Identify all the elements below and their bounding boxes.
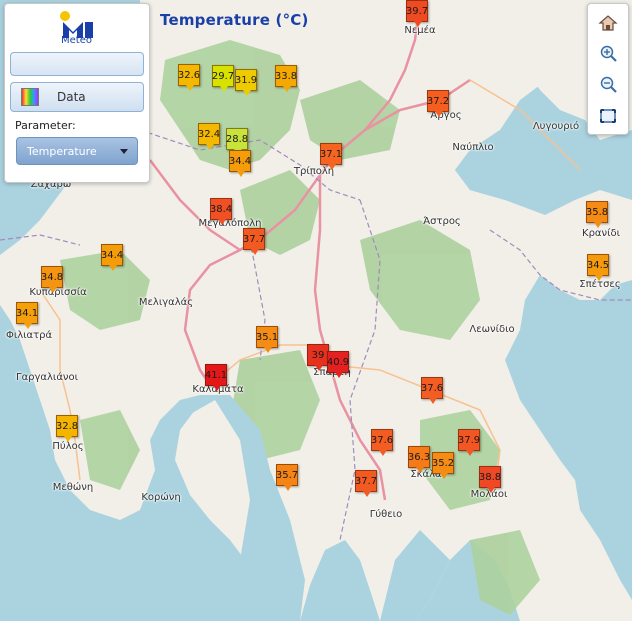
extent-icon: [600, 109, 616, 123]
place-label: Μεθώνη: [52, 482, 94, 493]
temperature-marker[interactable]: 39: [307, 344, 329, 371]
parameter-selected: Temperature: [27, 144, 97, 158]
temperature-marker[interactable]: 29.7: [212, 65, 234, 92]
zoom-in-icon: [600, 45, 617, 62]
temperature-marker[interactable]: 31.9: [235, 69, 257, 96]
zoom-out-button[interactable]: [595, 72, 621, 98]
place-label: Κορώνη: [141, 492, 181, 503]
temperature-marker[interactable]: 34.1: [16, 302, 38, 329]
temperature-marker[interactable]: 37.7: [355, 470, 377, 497]
full-extent-button[interactable]: [595, 103, 621, 129]
temperature-marker[interactable]: 37.9: [458, 429, 480, 456]
data-button[interactable]: Data: [10, 82, 144, 112]
home-button[interactable]: [595, 10, 621, 36]
place-label: Γαργαλιάνοι: [15, 372, 79, 383]
place-label: Κρανίδι: [582, 228, 620, 239]
temperature-marker[interactable]: 36.3: [408, 446, 430, 473]
zoom-out-icon: [600, 76, 617, 93]
temperature-marker[interactable]: 34.4: [101, 244, 123, 271]
logo-text: Meteo: [61, 35, 92, 46]
map-title: Temperature (°C): [160, 11, 309, 29]
place-label: Λυγουριό: [532, 121, 580, 132]
palette-icon: [21, 88, 39, 106]
temperature-marker[interactable]: 33.8: [275, 65, 297, 92]
temperature-marker[interactable]: 32.4: [198, 123, 220, 150]
place-label: Άστρος: [423, 216, 461, 227]
map-toolbar: [587, 3, 629, 135]
place-label: Φιλιατρά: [5, 330, 53, 341]
temperature-marker[interactable]: 35.1: [256, 326, 278, 353]
temperature-marker[interactable]: 32.8: [56, 415, 78, 442]
temperature-marker[interactable]: 35.8: [586, 201, 608, 228]
temperature-marker[interactable]: 39.7: [406, 0, 428, 27]
place-label: Πύλος: [52, 441, 84, 452]
temperature-marker[interactable]: 28.8: [226, 128, 248, 155]
temperature-marker[interactable]: 35.2: [432, 452, 454, 479]
temperature-marker[interactable]: 37.7: [243, 228, 265, 255]
chevron-down-icon: [120, 149, 128, 154]
temperature-marker[interactable]: 37.1: [320, 143, 342, 170]
place-label: Ναύπλιο: [452, 142, 494, 153]
home-icon: [598, 15, 618, 31]
place-label: Γύθειο: [369, 509, 403, 520]
temperature-marker[interactable]: 40.9: [327, 351, 349, 378]
temperature-marker[interactable]: 38.8: [479, 466, 501, 493]
place-label: Κυπαρισσία: [29, 287, 87, 298]
parameter-select[interactable]: Temperature: [16, 137, 138, 165]
temperature-marker[interactable]: 38.4: [210, 198, 232, 225]
data-button-label: Data: [57, 90, 86, 104]
temperature-marker[interactable]: 41.1: [205, 364, 227, 391]
parameter-label: Parameter:: [15, 119, 76, 132]
control-panel: Meteo Data Parameter: Temperature: [4, 3, 150, 183]
temperature-marker[interactable]: 37.2: [427, 90, 449, 117]
temperature-marker[interactable]: 35.7: [276, 464, 298, 491]
place-label: Μελιγαλάς: [138, 297, 194, 308]
temperature-marker[interactable]: 34.4: [229, 150, 251, 177]
place-label: Λεωνίδιο: [469, 324, 515, 335]
zoom-in-button[interactable]: [595, 41, 621, 67]
temperature-marker[interactable]: 32.6: [178, 64, 200, 91]
temperature-marker[interactable]: 37.6: [371, 429, 393, 456]
location-search-input[interactable]: [10, 52, 144, 76]
temperature-marker[interactable]: 34.5: [587, 254, 609, 281]
temperature-marker[interactable]: 34.8: [41, 266, 63, 293]
temperature-marker[interactable]: 37.6: [421, 377, 443, 404]
